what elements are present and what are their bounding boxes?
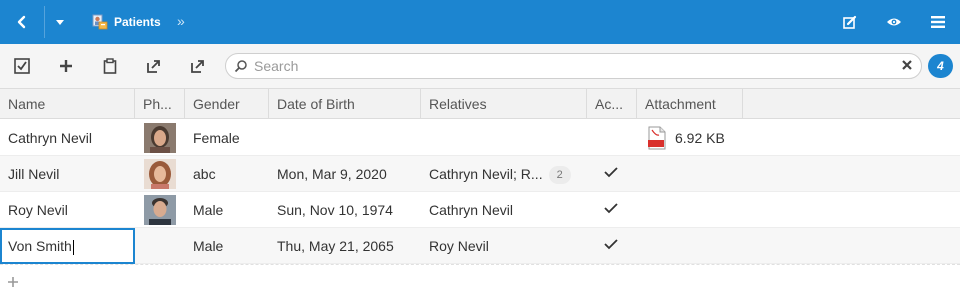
date-of-birth-cell[interactable]: Mon, Mar 9, 2020 bbox=[269, 156, 421, 192]
date-of-birth-cell[interactable]: Sun, Nov 10, 1974 bbox=[269, 192, 421, 228]
add-icon bbox=[60, 60, 72, 72]
column-header-relatives[interactable]: Relatives bbox=[421, 89, 587, 119]
select-all-button[interactable] bbox=[0, 44, 44, 88]
back-icon bbox=[17, 15, 26, 29]
gender-cell[interactable]: abc bbox=[185, 156, 269, 192]
relatives-cell[interactable]: Cathryn Nevil bbox=[421, 192, 587, 228]
menu-icon bbox=[931, 16, 945, 28]
gender-cell[interactable]: Male bbox=[185, 228, 269, 264]
name-edit-text[interactable]: Von Smith bbox=[8, 230, 74, 262]
back-button[interactable] bbox=[0, 0, 44, 44]
column-header-name[interactable]: Name bbox=[0, 89, 135, 119]
attachment-size: 6.92 KB bbox=[675, 130, 725, 146]
edit-icon bbox=[843, 15, 857, 29]
eye-icon bbox=[887, 18, 901, 26]
export-icon bbox=[147, 60, 160, 73]
column-header-photo[interactable]: Ph... bbox=[135, 89, 185, 119]
column-header-active[interactable]: Ac... bbox=[587, 89, 637, 119]
export-button[interactable] bbox=[132, 44, 176, 88]
active-check-icon bbox=[604, 203, 618, 214]
date-of-birth-cell[interactable]: Thu, May 21, 2065 bbox=[269, 228, 421, 264]
table-row[interactable]: Cathryn Nevil Female 6.92 KB bbox=[0, 120, 960, 156]
relatives-cell[interactable]: Roy Nevil bbox=[421, 228, 587, 264]
search-icon bbox=[234, 60, 247, 73]
breadcrumb-patients[interactable]: Patients bbox=[92, 0, 161, 44]
relatives-count-badge: 2 bbox=[548, 166, 571, 185]
clear-search-icon[interactable] bbox=[901, 59, 913, 71]
attachment-cell[interactable]: 6.92 KB bbox=[647, 120, 725, 156]
column-header-gender[interactable]: Gender bbox=[185, 89, 269, 119]
table-row[interactable]: Roy Nevil Male Sun, Nov 10, 1974 Cathryn… bbox=[0, 192, 960, 228]
name-cell[interactable]: Roy Nevil bbox=[0, 192, 135, 228]
name-cell[interactable]: Cathryn Nevil bbox=[0, 120, 135, 156]
add-row-icon bbox=[8, 277, 18, 287]
text-caret bbox=[72, 239, 74, 255]
gender-cell[interactable]: Male bbox=[185, 192, 269, 228]
select-all-icon bbox=[14, 58, 30, 74]
search-input[interactable] bbox=[254, 57, 894, 75]
add-button[interactable] bbox=[44, 44, 88, 88]
active-check-icon bbox=[604, 239, 618, 250]
name-edit-cell[interactable]: Von Smith bbox=[0, 228, 135, 264]
view-button[interactable] bbox=[874, 0, 914, 44]
clipboard-button[interactable] bbox=[88, 44, 132, 88]
add-row-button[interactable] bbox=[0, 264, 960, 300]
menu-button[interactable] bbox=[918, 0, 958, 44]
relatives-text: Cathryn Nevil; R... bbox=[429, 166, 543, 182]
edit-button[interactable] bbox=[830, 0, 870, 44]
column-header-date-of-birth[interactable]: Date of Birth bbox=[269, 89, 421, 119]
record-count-badge: 4 bbox=[928, 54, 953, 78]
dropdown-icon bbox=[56, 20, 64, 25]
relatives-cell[interactable]: Cathryn Nevil; R... 2 bbox=[421, 156, 587, 192]
table-row[interactable]: Von Smith Male Thu, May 21, 2065 Roy Nev… bbox=[0, 228, 960, 264]
avatar bbox=[144, 195, 176, 225]
active-check-icon bbox=[604, 167, 618, 178]
export-alt-button[interactable] bbox=[176, 44, 220, 88]
dropdown-button[interactable] bbox=[45, 0, 75, 44]
breadcrumb-separator: » bbox=[177, 13, 185, 29]
grid-header: Name Ph... Gender Date of Birth Relative… bbox=[0, 88, 960, 119]
name-cell[interactable]: Jill Nevil bbox=[0, 156, 135, 192]
gender-cell[interactable]: Female bbox=[185, 120, 269, 156]
clipboard-icon bbox=[103, 58, 117, 74]
patients-icon bbox=[92, 14, 108, 30]
top-bar: Patients » bbox=[0, 0, 960, 44]
avatar bbox=[144, 159, 176, 189]
page-title: Patients bbox=[114, 15, 161, 29]
table-row[interactable]: Jill Nevil abc Mon, Mar 9, 2020 Cathryn … bbox=[0, 156, 960, 192]
avatar bbox=[144, 123, 176, 153]
pdf-file-icon bbox=[648, 126, 666, 150]
search-box bbox=[225, 53, 922, 79]
export-alt-icon bbox=[191, 60, 204, 73]
column-header-attachment[interactable]: Attachment bbox=[637, 89, 743, 119]
